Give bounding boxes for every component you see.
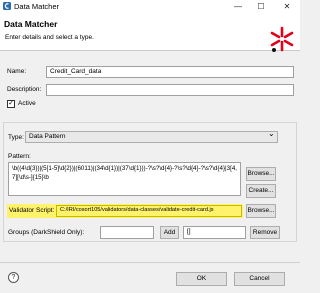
name-field[interactable]: Credit_Card_data (46, 66, 294, 78)
add-group-button[interactable]: Add (160, 226, 179, 239)
browse-pattern-button[interactable]: Browse... (246, 167, 276, 181)
type-label: Type: (8, 134, 24, 141)
description-field[interactable] (46, 84, 294, 96)
type-select-value: Data Pattern (29, 133, 66, 140)
maximize-button[interactable]: ☐ (254, 1, 268, 12)
window-title: Data Matcher (14, 2, 60, 11)
groups-list[interactable]: [] (183, 226, 246, 239)
close-button[interactable]: ✕ (280, 1, 294, 12)
iri-logo-icon (270, 26, 294, 52)
name-label: Name: (7, 68, 27, 75)
chevron-down-icon[interactable]: ⌄ (268, 129, 275, 138)
cancel-button[interactable]: Cancel (234, 272, 285, 286)
browse-validator-button[interactable]: Browse... (246, 204, 276, 218)
type-select[interactable]: Data Pattern (25, 131, 278, 143)
pattern-label: Pattern: (8, 153, 31, 160)
active-checkbox[interactable]: ✓ (7, 100, 15, 108)
ok-button[interactable]: OK (176, 272, 227, 286)
active-label: Active (18, 100, 36, 107)
create-pattern-button[interactable]: Create... (246, 184, 276, 198)
dialog-description: Enter details and select a type. (5, 34, 94, 41)
dialog-title: Data Matcher (4, 19, 58, 29)
pattern-textarea[interactable]: \b((4\d{3})|(5[1-5]\d{2})|(6011)|(34\d{1… (8, 162, 241, 196)
groups-label: Groups (DarkShield Only): (8, 229, 85, 236)
validator-script-label: Validator Script: (9, 207, 55, 214)
footer-divider (0, 262, 300, 263)
remove-group-button[interactable]: Remove (250, 226, 280, 239)
help-icon[interactable]: ? (8, 272, 19, 283)
title-bar: Data Matcher — ☐ ✕ (0, 0, 300, 13)
validator-script-field[interactable]: C:/IRI/cosort105/validators/data-classes… (56, 205, 242, 217)
groups-input[interactable] (100, 226, 154, 239)
dialog-header: Data Matcher Enter details and select a … (0, 13, 300, 52)
description-label: Description: (7, 86, 42, 93)
app-icon (3, 2, 11, 10)
minimize-button[interactable]: — (231, 1, 245, 12)
